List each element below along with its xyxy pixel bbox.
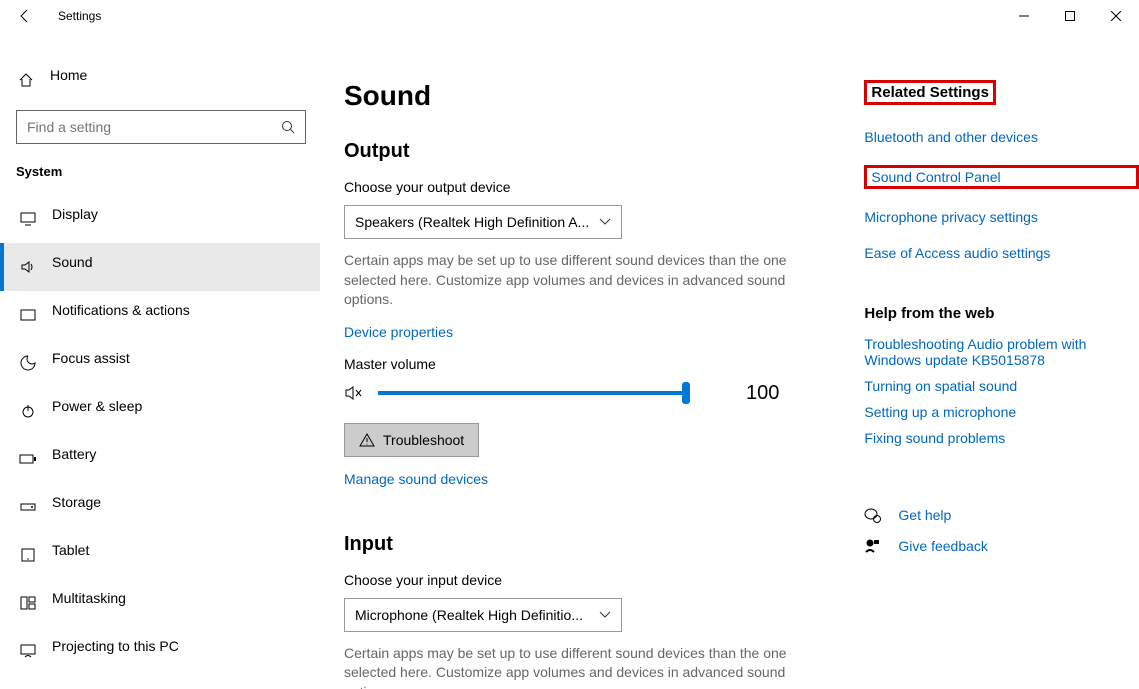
chevron-down-icon (599, 611, 611, 619)
search-icon (281, 120, 295, 134)
nav-tablet[interactable]: Tablet (0, 531, 320, 579)
window-controls (1001, 0, 1139, 32)
help-link-1[interactable]: Turning on spatial sound (864, 378, 1139, 394)
output-desc: Certain apps may be set up to use differ… (344, 251, 794, 310)
close-button[interactable] (1093, 0, 1139, 32)
titlebar: Settings (0, 0, 1139, 32)
master-volume-slider[interactable] (378, 391, 688, 395)
display-icon (18, 212, 38, 226)
notifications-icon (18, 308, 38, 322)
help-link-3[interactable]: Fixing sound problems (864, 430, 1139, 446)
output-device-properties-link[interactable]: Device properties (344, 324, 453, 340)
related-settings-title: Related Settings (864, 80, 996, 105)
volume-value: 100 (746, 382, 779, 405)
nav-multitasking[interactable]: Multitasking (0, 579, 320, 627)
get-help-link[interactable]: Get help (898, 507, 951, 523)
input-desc: Certain apps may be set up to use differ… (344, 644, 794, 689)
manage-sound-devices-link[interactable]: Manage sound devices (344, 471, 488, 487)
nav-storage[interactable]: Storage (0, 483, 320, 531)
output-device-dropdown[interactable]: Speakers (Realtek High Definition A... (344, 205, 622, 239)
sidebar-section-label: System (16, 164, 304, 179)
maximize-button[interactable] (1047, 0, 1093, 32)
troubleshoot-button[interactable]: Troubleshoot (344, 423, 479, 457)
battery-icon (18, 453, 38, 465)
give-feedback-link[interactable]: Give feedback (898, 538, 988, 554)
help-link-2[interactable]: Setting up a microphone (864, 404, 1139, 420)
nav-power-sleep[interactable]: Power & sleep (0, 387, 320, 435)
home-nav[interactable]: Home (16, 60, 304, 100)
focus-assist-icon (18, 355, 38, 371)
nav-focus-assist[interactable]: Focus assist (0, 339, 320, 387)
sound-icon (18, 260, 38, 274)
master-volume-label: Master volume (344, 356, 834, 372)
input-heading: Input (344, 533, 834, 556)
link-ease-of-access[interactable]: Ease of Access audio settings (864, 245, 1139, 261)
tablet-icon (18, 548, 38, 562)
page-title: Sound (344, 80, 834, 112)
home-icon (16, 72, 36, 88)
nav-sound[interactable]: Sound (0, 243, 320, 291)
input-device-dropdown[interactable]: Microphone (Realtek High Definitio... (344, 598, 622, 632)
output-choose-label: Choose your output device (344, 179, 834, 195)
link-sound-control-panel[interactable]: Sound Control Panel (864, 165, 1139, 189)
multitasking-icon (18, 596, 38, 610)
input-choose-label: Choose your input device (344, 572, 834, 588)
link-mic-privacy[interactable]: Microphone privacy settings (864, 209, 1139, 225)
nav-display[interactable]: Display (0, 195, 320, 243)
mute-icon[interactable] (344, 384, 368, 402)
sidebar: Home System Display Sound Notifications … (0, 32, 320, 689)
window-title: Settings (58, 9, 101, 23)
minimize-button[interactable] (1001, 0, 1047, 32)
nav-battery[interactable]: Battery (0, 435, 320, 483)
troubleshoot-label: Troubleshoot (383, 432, 464, 448)
warning-icon (359, 432, 375, 448)
power-icon (18, 403, 38, 419)
chevron-down-icon (599, 218, 611, 226)
input-device-value: Microphone (Realtek High Definitio... (355, 607, 599, 623)
back-button[interactable] (16, 7, 34, 25)
output-device-value: Speakers (Realtek High Definition A... (355, 214, 599, 230)
storage-icon (18, 501, 38, 513)
help-from-web-title: Help from the web (864, 305, 1139, 322)
link-bluetooth[interactable]: Bluetooth and other devices (864, 129, 1139, 145)
get-help-icon (864, 506, 884, 524)
nav-projecting[interactable]: Projecting to this PC (0, 627, 320, 675)
get-help-row[interactable]: Get help (864, 506, 1139, 524)
main-content: Sound Output Choose your output device S… (344, 80, 834, 689)
projecting-icon (18, 644, 38, 658)
aside: Related Settings Bluetooth and other dev… (864, 80, 1139, 689)
help-link-0[interactable]: Troubleshooting Audio problem with Windo… (864, 336, 1139, 368)
search-box[interactable] (16, 110, 306, 144)
slider-thumb[interactable] (682, 382, 690, 404)
output-heading: Output (344, 140, 834, 163)
feedback-icon (864, 538, 884, 554)
give-feedback-row[interactable]: Give feedback (864, 538, 1139, 554)
nav-notifications[interactable]: Notifications & actions (0, 291, 320, 339)
search-input[interactable] (27, 119, 281, 135)
home-label: Home (50, 67, 87, 83)
